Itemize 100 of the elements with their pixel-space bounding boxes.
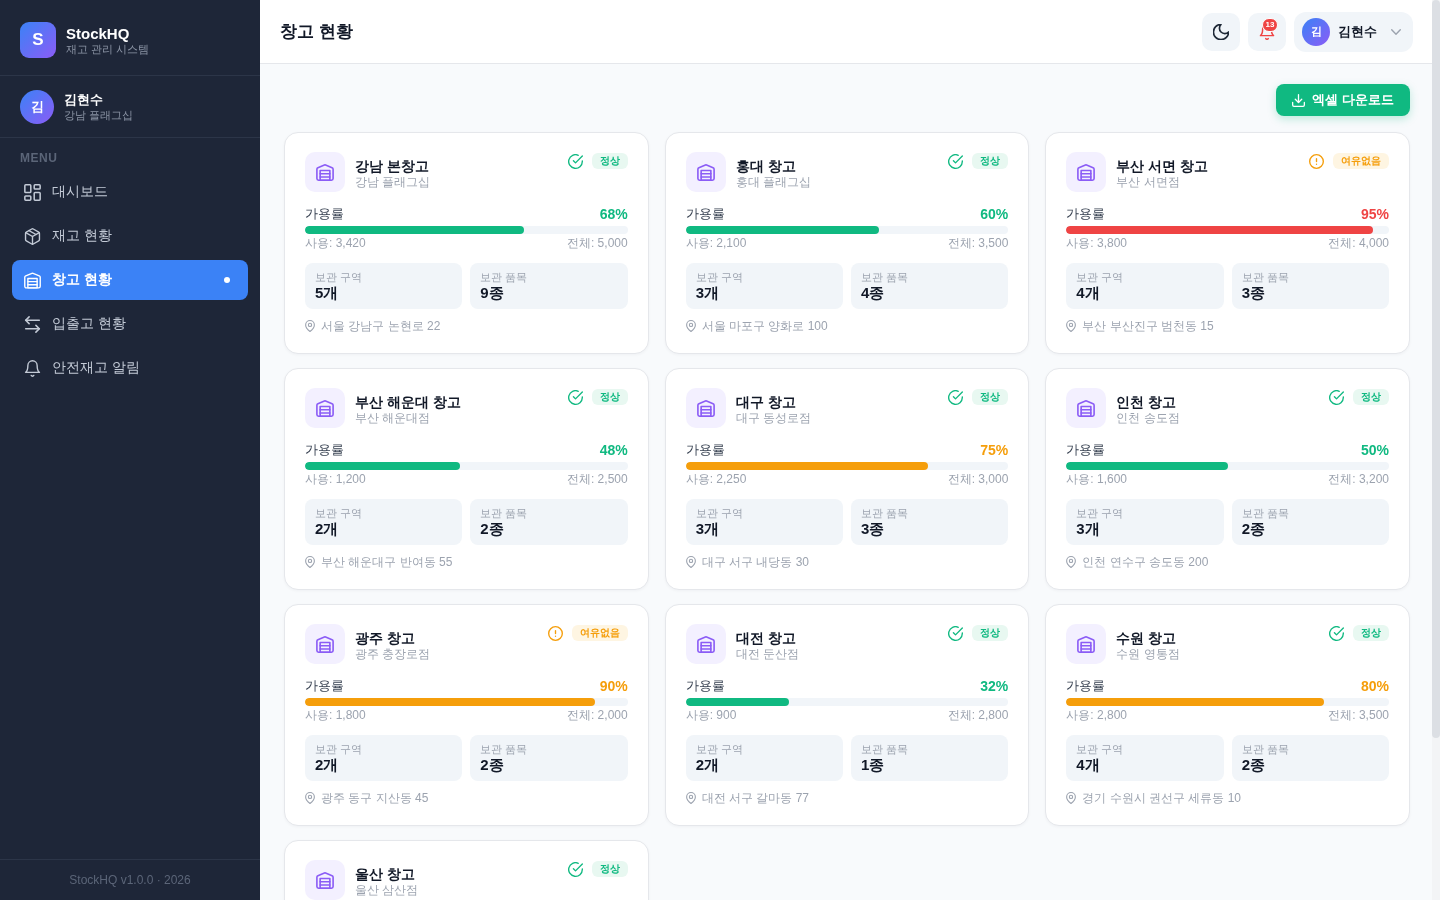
nav-item[interactable]: 재고 현황 <box>12 216 248 256</box>
warehouse-name: 수원 창고 <box>1116 629 1178 647</box>
stat-label: 보관 품목 <box>861 506 909 520</box>
warehouse-branch: 인천 송도점 <box>1116 411 1181 426</box>
warehouse-card[interactable]: 대구 창고 대구 동성로점 정상 가용률 75% 사용: 2,250 전체: 3,000 보관 구역 3개 보관 품목 3종 대구 서구 내당동 30 <box>664 368 1030 590</box>
warehouse-name: 광주 창고 <box>355 629 416 647</box>
box-icon <box>24 227 41 245</box>
capacity-label: 가용률 <box>685 206 725 222</box>
stat-label: 보관 품목 <box>1241 742 1289 756</box>
capacity-percent: 60% <box>980 206 1009 222</box>
warehouse-icon <box>1066 388 1107 428</box>
capacity-percent: 75% <box>980 442 1009 458</box>
user-branch: 강남 플래그십 <box>64 108 134 122</box>
check-circle-icon <box>1329 389 1344 405</box>
warehouse-card[interactable]: 인천 창고 인천 송도점 정상 가용률 50% 사용: 1,600 전체: 3,200 보관 구역 3개 보관 품목 2종 인천 연수구 송도동 200 <box>1045 368 1410 590</box>
capacity-percent: 32% <box>980 678 1009 694</box>
warehouse-address: 경기 수원시 권선구 세류동 10 <box>1082 791 1241 805</box>
stat-label: 보관 구역 <box>315 270 363 284</box>
notification-count: 13 <box>1262 17 1278 32</box>
total-amount: 전체: 2,800 <box>947 709 1009 722</box>
status-tag: 정상 <box>972 625 1009 641</box>
nav-item[interactable]: 창고 현황 <box>12 260 248 300</box>
bell-icon <box>24 359 41 377</box>
capacity-percent: 48% <box>599 442 628 458</box>
warehouse-name: 대전 창고 <box>735 629 797 647</box>
warehouse-branch: 대전 둔산점 <box>735 647 800 662</box>
total-amount: 전체: 4,000 <box>1328 237 1389 250</box>
capacity-percent: 90% <box>599 678 628 694</box>
nav-item[interactable]: 대시보드 <box>12 172 248 212</box>
alert-circle-icon <box>1309 153 1324 169</box>
stat-value: 9종 <box>480 284 504 302</box>
warehouse-name: 홍대 창고 <box>735 157 797 175</box>
nav-item[interactable]: 입출고 현황 <box>12 304 248 344</box>
active-dot-icon <box>224 277 230 283</box>
warehouse-card[interactable]: 대전 창고 대전 둔산점 정상 가용률 32% 사용: 900 전체: 2,800 보관 구역 2개 보관 품목 1종 대전 서구 갈마동 77 <box>664 604 1030 826</box>
capacity-label: 가용률 <box>685 678 725 694</box>
stat-label: 보관 품목 <box>1241 270 1289 284</box>
warehouse-address: 부산 해운대구 반여동 55 <box>321 555 453 569</box>
stat-label: 보관 구역 <box>695 506 743 520</box>
warehouse-card[interactable]: 강남 본창고 강남 플래그십 정상 가용률 68% 사용: 3,420 전체: 5,000 보관 구역 5개 보관 품목 9종 서울 강남구 논현로 22 <box>284 132 649 354</box>
warehouse-card[interactable]: 수원 창고 수원 영통점 정상 가용률 80% 사용: 2,800 전체: 3,500 보관 구역 4개 보관 품목 2종 경기 수원시 권선구 세류동 10 <box>1045 604 1410 826</box>
stat-label: 보관 품목 <box>1241 506 1289 520</box>
capacity-percent: 80% <box>1360 678 1389 694</box>
status-tag: 정상 <box>972 389 1009 405</box>
warehouse-card[interactable]: 광주 창고 광주 충장로점 여유없음 가용률 90% 사용: 1,800 전체: 2,000 보관 구역 2개 보관 품목 2종 광주 동구 지산동 45 <box>284 604 649 826</box>
stat-label: 보관 품목 <box>480 506 528 520</box>
check-circle-icon <box>948 625 964 641</box>
map-pin-icon <box>685 556 696 568</box>
warehouse-card[interactable]: 울산 창고 울산 삼산점 정상 <box>284 840 649 900</box>
user-avatar: 김 <box>20 90 54 124</box>
warehouse-card[interactable]: 부산 서면 창고 부산 서면점 여유없음 가용률 95% 사용: 3,800 전체: 4,000 보관 구역 4개 보관 품목 3종 부산 부산진구 범천동 15 <box>1045 132 1410 354</box>
check-circle-icon <box>567 861 583 877</box>
stat-value: 5개 <box>315 284 339 302</box>
notifications-button[interactable]: 13 <box>1248 12 1286 51</box>
map-pin-icon <box>1066 556 1077 568</box>
stat-value: 2종 <box>480 756 504 774</box>
stat-label: 보관 구역 <box>695 270 743 284</box>
theme-toggle-button[interactable] <box>1202 12 1240 51</box>
warehouse-branch: 수원 영통점 <box>1116 647 1181 662</box>
warehouse-name: 울산 창고 <box>355 865 416 883</box>
total-amount: 전체: 3,500 <box>1328 709 1389 722</box>
warehouse-icon <box>305 860 345 900</box>
total-amount: 전체: 5,000 <box>566 237 628 250</box>
map-pin-icon <box>685 792 696 804</box>
map-pin-icon <box>305 792 315 804</box>
user-name: 김현수 <box>64 92 104 108</box>
status-tag: 정상 <box>1353 625 1389 641</box>
used-amount: 사용: 1,600 <box>1066 473 1128 486</box>
moon-icon <box>1213 23 1229 40</box>
nav-item[interactable]: 안전재고 알림 <box>12 348 248 388</box>
warehouse-branch: 홍대 플래그십 <box>735 175 812 190</box>
stat-label: 보관 품목 <box>861 742 909 756</box>
check-circle-icon <box>567 389 583 405</box>
user-menu-button[interactable]: 김 김현수 <box>1294 11 1413 52</box>
check-circle-icon <box>948 389 964 405</box>
scrollbar-thumb[interactable] <box>1432 0 1440 738</box>
warehouse-icon <box>24 271 41 289</box>
warehouse-icon <box>685 388 726 428</box>
warehouse-address: 서울 마포구 양화로 100 <box>701 319 828 333</box>
stat-value: 3종 <box>1241 284 1265 302</box>
warehouse-address: 광주 동구 지산동 45 <box>321 791 429 805</box>
total-amount: 전체: 3,000 <box>947 473 1009 486</box>
map-pin-icon <box>1066 792 1077 804</box>
stat-value: 3개 <box>695 284 719 302</box>
stat-label: 보관 품목 <box>480 270 528 284</box>
warehouse-address: 인천 연수구 송도동 200 <box>1082 555 1209 569</box>
warehouse-icon <box>685 152 726 192</box>
stat-value: 2개 <box>315 520 339 538</box>
warehouse-card[interactable]: 부산 해운대 창고 부산 해운대점 정상 가용률 48% 사용: 1,200 전체: 2,500 보관 구역 2개 보관 품목 2종 부산 해운대구 반여동 55 <box>284 368 649 590</box>
arrows-icon <box>24 315 41 333</box>
warehouse-name: 인천 창고 <box>1116 393 1178 411</box>
chevron-down-icon <box>1391 28 1401 35</box>
total-amount: 전체: 3,500 <box>947 237 1009 250</box>
status-tag: 정상 <box>591 861 628 877</box>
warehouse-name: 대구 창고 <box>735 393 797 411</box>
stat-label: 보관 구역 <box>315 506 363 520</box>
stat-label: 보관 구역 <box>1076 506 1124 520</box>
warehouse-card[interactable]: 홍대 창고 홍대 플래그십 정상 가용률 60% 사용: 2,100 전체: 3,500 보관 구역 3개 보관 품목 4종 서울 마포구 양화로 100 <box>664 132 1030 354</box>
used-amount: 사용: 3,800 <box>1066 237 1128 250</box>
check-circle-icon <box>567 153 583 169</box>
